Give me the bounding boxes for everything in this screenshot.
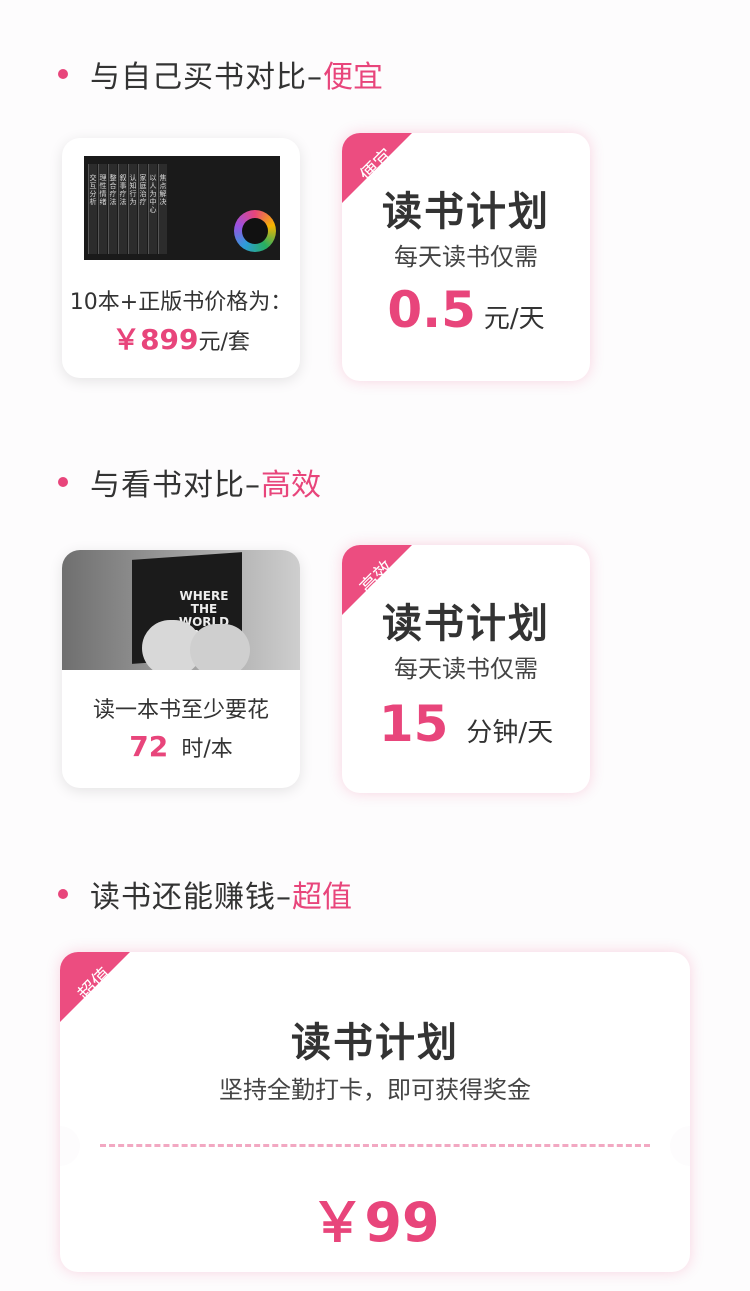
reading-time-card: WHERE THE WORLD ENDS 读一本书至少要花 72 时/本	[62, 550, 300, 788]
spine-label: 理性情绪	[99, 174, 107, 206]
reading-time-unit: 时/本	[181, 737, 233, 762]
bullet-dot	[58, 69, 68, 79]
heading-text: 与自己买书对比–	[90, 60, 323, 95]
spine-label: 认知行为	[129, 174, 137, 206]
plan-unit: 分钟/天	[466, 718, 554, 748]
book-price-card: 交互分析 理性情绪 整合疗法 叙事疗法 认知行为 家庭治疗 以人为中心 焦点解决…	[62, 138, 300, 378]
ticket-divider	[100, 1144, 650, 1147]
spine-label: 焦点解决	[159, 174, 167, 206]
reading-caption: 读一本书至少要花	[92, 698, 269, 723]
circle-logo-icon	[234, 210, 276, 252]
plan-title: 读书计划	[382, 189, 550, 235]
book-price-unit: 元/套	[198, 330, 250, 355]
plan-value: 0.5	[387, 281, 476, 339]
book-caption: 10本+正版书价格为：	[69, 290, 293, 315]
heading-text: 读书还能赚钱–	[90, 880, 292, 915]
spine-label: 家庭治疗	[139, 174, 147, 206]
ticket-subtitle: 坚持全勤打卡，即可获得奖金	[219, 1076, 531, 1104]
heading-accent: 超值	[292, 880, 352, 915]
plan-value: 15	[378, 695, 449, 753]
plan-card-cheap: 便宜 读书计划 每天读书仅需 0.5 元/天	[342, 133, 590, 381]
reading-photo: WHERE THE WORLD ENDS	[62, 550, 300, 670]
section-heading-cheap: 与自己买书对比– 便宜	[58, 52, 383, 96]
plan-price-row: 15 分钟/天	[342, 695, 590, 753]
book-price-row: ￥899元/套	[62, 318, 300, 358]
book-box-image: 交互分析 理性情绪 整合疗法 叙事疗法 认知行为 家庭治疗 以人为中心 焦点解决	[84, 156, 280, 260]
heading-text: 与看书对比–	[90, 468, 261, 503]
spine-label: 交互分析	[89, 174, 97, 206]
reading-time-value: 72	[129, 730, 169, 763]
plan-subtitle: 每天读书仅需	[394, 655, 538, 683]
reading-time-row: 72 时/本	[62, 730, 300, 763]
plan-card-efficient: 高效 读书计划 每天读书仅需 15 分钟/天	[342, 545, 590, 793]
ticket-notch-right	[670, 1126, 690, 1166]
ticket-price: ￥99	[310, 1191, 440, 1254]
plan-subtitle: 每天读书仅需	[394, 243, 538, 271]
section-heading-value: 读书还能赚钱– 超值	[58, 872, 352, 916]
spine-label: 整合疗法	[109, 174, 117, 206]
bullet-dot	[58, 889, 68, 899]
plan-unit: 元/天	[483, 304, 545, 334]
section-heading-efficient: 与看书对比– 高效	[58, 460, 321, 504]
bonus-ticket: 超值 读书计划 坚持全勤打卡，即可获得奖金 ￥99	[60, 952, 690, 1272]
heading-accent: 高效	[261, 468, 321, 503]
spine-label: 叙事疗法	[119, 174, 127, 206]
heading-accent: 便宜	[323, 60, 383, 95]
book-price: ￥899	[112, 323, 199, 356]
spine-label: 以人为中心	[149, 174, 157, 214]
plan-title: 读书计划	[382, 601, 550, 647]
ticket-notch-left	[60, 1126, 80, 1166]
ticket-title: 读书计划	[291, 1020, 459, 1066]
plan-price-row: 0.5 元/天	[342, 281, 590, 339]
bullet-dot	[58, 477, 68, 487]
